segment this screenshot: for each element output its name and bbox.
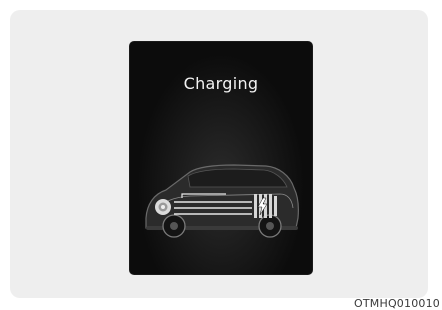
figure-frame: Charging OTMHQ010010 bbox=[0, 0, 442, 310]
figure-code: OTMHQ010010 bbox=[354, 297, 440, 310]
car-icon bbox=[145, 164, 299, 238]
cluster-display: Charging bbox=[130, 42, 312, 274]
charging-port-icon bbox=[155, 199, 171, 215]
